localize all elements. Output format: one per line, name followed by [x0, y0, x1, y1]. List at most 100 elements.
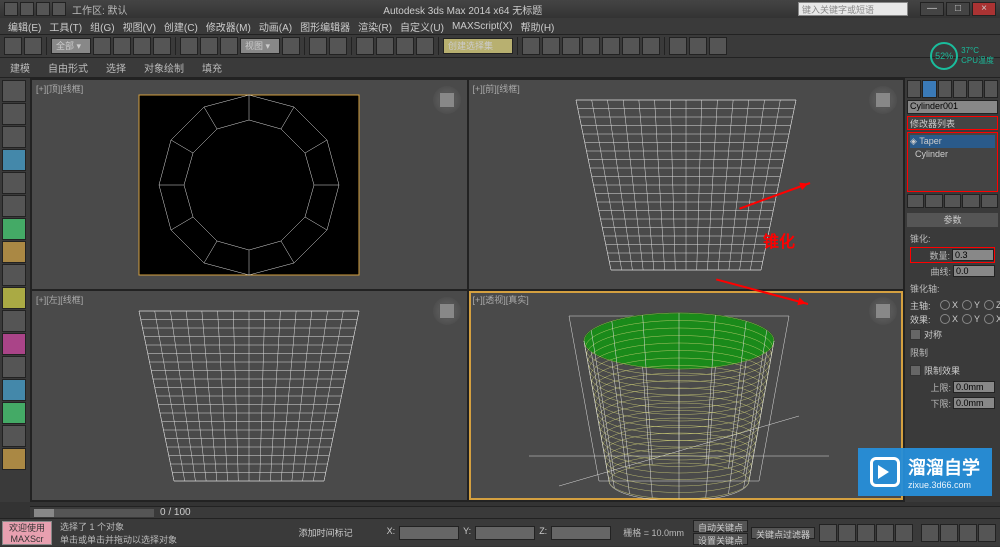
- tab-create-icon[interactable]: [907, 80, 921, 98]
- lt-btn-8[interactable]: [2, 241, 26, 263]
- tab-motion-icon[interactable]: [953, 80, 967, 98]
- object-name-field[interactable]: Cylinder001: [907, 100, 998, 114]
- lt-btn-14[interactable]: [2, 379, 26, 401]
- ribbon-modeling[interactable]: 建模: [10, 60, 30, 75]
- tb-keyboard-icon[interactable]: [329, 37, 347, 55]
- tb-schematic-icon[interactable]: [622, 37, 640, 55]
- lt-btn-11[interactable]: [2, 310, 26, 332]
- rollup-params-hdr[interactable]: 参数: [907, 213, 998, 227]
- symmetry-checkbox[interactable]: 对称: [910, 326, 995, 343]
- lt-btn-6[interactable]: [2, 195, 26, 217]
- tb-rotate-icon[interactable]: [200, 37, 218, 55]
- lt-btn-16[interactable]: [2, 425, 26, 447]
- viewcube-persp[interactable]: [869, 297, 897, 325]
- limit-effect-checkbox[interactable]: 限制效果: [910, 362, 995, 379]
- viewcube-front[interactable]: [869, 86, 897, 114]
- tab-modify-icon[interactable]: [922, 80, 936, 98]
- ribbon-populate[interactable]: 填充: [202, 60, 222, 75]
- ribbon-freeform[interactable]: 自由形式: [48, 60, 88, 75]
- tb-move-icon[interactable]: [180, 37, 198, 55]
- menu-views[interactable]: 视图(V): [119, 19, 160, 34]
- maximize-button[interactable]: □: [946, 2, 970, 16]
- timeline[interactable]: 0 / 100: [30, 506, 1000, 518]
- tb-render-frame-icon[interactable]: [689, 37, 707, 55]
- tb-window-cross-icon[interactable]: [153, 37, 171, 55]
- time-slider[interactable]: [34, 509, 154, 517]
- workspace-label[interactable]: 工作区: 默认: [72, 2, 128, 17]
- tb-rect-select-icon[interactable]: [133, 37, 151, 55]
- tb-select-name-icon[interactable]: [113, 37, 131, 55]
- menu-customize[interactable]: 自定义(U): [396, 19, 448, 34]
- menu-edit[interactable]: 编辑(E): [4, 19, 45, 34]
- nav-pan-icon[interactable]: [921, 524, 939, 542]
- axis-x-radio[interactable]: X: [940, 300, 958, 310]
- amount-spinner[interactable]: 0.3: [952, 249, 994, 261]
- stack-unique-icon[interactable]: [944, 194, 961, 208]
- viewport-front[interactable]: [+][前][线框]: [469, 80, 904, 289]
- tb-redo-icon[interactable]: [24, 37, 42, 55]
- menu-group[interactable]: 组(G): [86, 19, 118, 34]
- close-button[interactable]: ×: [972, 2, 996, 16]
- nav-max-icon[interactable]: [978, 524, 996, 542]
- stack-remove-icon[interactable]: [962, 194, 979, 208]
- auto-key-button[interactable]: 自动关键点: [693, 520, 748, 532]
- lt-btn-13[interactable]: [2, 356, 26, 378]
- axis-z-radio[interactable]: Z: [984, 300, 1000, 310]
- tb-curve-editor-icon[interactable]: [602, 37, 620, 55]
- menu-animation[interactable]: 动画(A): [255, 19, 296, 34]
- modifier-taper[interactable]: ◈ Taper: [910, 135, 995, 148]
- qat-undo-icon[interactable]: [36, 2, 50, 16]
- upper-spinner[interactable]: 0.0mm: [953, 381, 995, 393]
- tab-display-icon[interactable]: [968, 80, 982, 98]
- goto-start-icon[interactable]: [819, 524, 837, 542]
- maxscript-listener[interactable]: 欢迎使用 MAXScr: [2, 521, 52, 545]
- tb-render-setup-icon[interactable]: [669, 37, 687, 55]
- modifier-cylinder[interactable]: Cylinder: [910, 148, 995, 160]
- tb-scale-icon[interactable]: [220, 37, 238, 55]
- lt-btn-7[interactable]: [2, 218, 26, 240]
- tb-select-icon[interactable]: [93, 37, 111, 55]
- lt-btn-9[interactable]: [2, 264, 26, 286]
- ribbon-selection[interactable]: 选择: [106, 60, 126, 75]
- menu-help[interactable]: 帮助(H): [517, 19, 559, 34]
- coord-y-input[interactable]: [475, 526, 535, 540]
- vp-label-left[interactable]: [+][左][线框]: [36, 293, 83, 306]
- goto-end-icon[interactable]: [895, 524, 913, 542]
- app-icon[interactable]: [4, 2, 18, 16]
- lt-btn-4[interactable]: [2, 149, 26, 171]
- tb-layers-icon[interactable]: [562, 37, 580, 55]
- coord-x-input[interactable]: [399, 526, 459, 540]
- lt-btn-12[interactable]: [2, 333, 26, 355]
- tb-render-icon[interactable]: [709, 37, 727, 55]
- minimize-button[interactable]: —: [920, 2, 944, 16]
- menu-render[interactable]: 渲染(R): [354, 19, 396, 34]
- tb-percent-snap-icon[interactable]: [396, 37, 414, 55]
- play-icon[interactable]: [857, 524, 875, 542]
- menu-graph[interactable]: 图形编辑器: [296, 19, 354, 34]
- coord-z-input[interactable]: [551, 526, 611, 540]
- lt-btn-2[interactable]: [2, 103, 26, 125]
- lt-btn-5[interactable]: [2, 172, 26, 194]
- viewport-top[interactable]: [+][顶][线框]: [32, 80, 467, 289]
- effect-y-radio[interactable]: Y: [962, 314, 980, 324]
- nav-orbit-icon[interactable]: [959, 524, 977, 542]
- tab-hierarchy-icon[interactable]: [938, 80, 952, 98]
- qat-save-icon[interactable]: [20, 2, 34, 16]
- lt-btn-1[interactable]: [2, 80, 26, 102]
- tb-refcoord-drop[interactable]: 视图 ▾: [240, 38, 280, 54]
- lt-btn-17[interactable]: [2, 448, 26, 470]
- lt-btn-10[interactable]: [2, 287, 26, 309]
- tab-utilities-icon[interactable]: [984, 80, 998, 98]
- tb-snap-icon[interactable]: [356, 37, 374, 55]
- tb-mirror-icon[interactable]: [522, 37, 540, 55]
- menu-tools[interactable]: 工具(T): [45, 19, 86, 34]
- qat-redo-icon[interactable]: [52, 2, 66, 16]
- stack-config-icon[interactable]: [981, 194, 998, 208]
- next-frame-icon[interactable]: [876, 524, 894, 542]
- tb-align-icon[interactable]: [542, 37, 560, 55]
- modifier-stack[interactable]: ◈ Taper Cylinder: [907, 132, 998, 192]
- axis-y-radio[interactable]: Y: [962, 300, 980, 310]
- tb-undo-icon[interactable]: [4, 37, 22, 55]
- set-key-button[interactable]: 设置关键点: [693, 533, 748, 545]
- tb-manipulate-icon[interactable]: [309, 37, 327, 55]
